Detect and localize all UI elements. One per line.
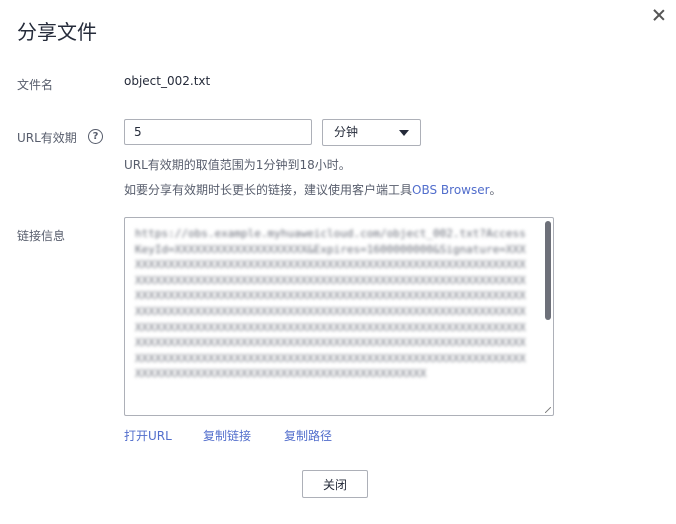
validity-unit-value: 分钟 [334,125,359,139]
file-name-label: 文件名 [17,78,54,92]
question-circle-icon[interactable]: ? [88,129,103,144]
textarea-scrollbar[interactable] [545,221,551,320]
link-info-content: https://obs.example.myhuaweicloud.com/ob… [135,227,526,381]
copy-link-link[interactable]: 复制链接 [203,427,251,444]
close-icon[interactable] [650,6,668,24]
close-button[interactable]: 关闭 [302,470,368,498]
resize-grip-icon[interactable] [545,407,551,413]
validity-long-hint-prefix: 如要分享有效期时长更长的链接，建议使用客户端工具 [124,183,413,197]
chevron-down-icon [399,130,409,136]
open-url-link[interactable]: 打开URL [124,427,172,444]
url-validity-label: URL有效期 [17,131,77,145]
link-info-label: 链接信息 [17,229,66,243]
copy-path-link[interactable]: 复制路径 [284,427,332,444]
share-file-dialog: 分享文件 文件名 object_002.txt URL有效期 ? 分钟 URL有… [0,0,676,524]
validity-long-hint: 如要分享有效期时长更长的链接，建议使用客户端工具OBS Browser。 [124,181,502,198]
dialog-title: 分享文件 [17,20,97,44]
file-name-value: object_002.txt [124,74,211,88]
validity-range-hint: URL有效期的取值范围为1分钟到18小时。 [124,158,351,172]
link-info-textarea[interactable]: https://obs.example.myhuaweicloud.com/ob… [124,217,554,416]
validity-unit-select[interactable]: 分钟 [322,119,421,146]
validity-value-input[interactable] [124,119,312,145]
obs-browser-link[interactable]: OBS Browser [412,183,490,197]
validity-long-hint-suffix: 。 [489,183,502,197]
